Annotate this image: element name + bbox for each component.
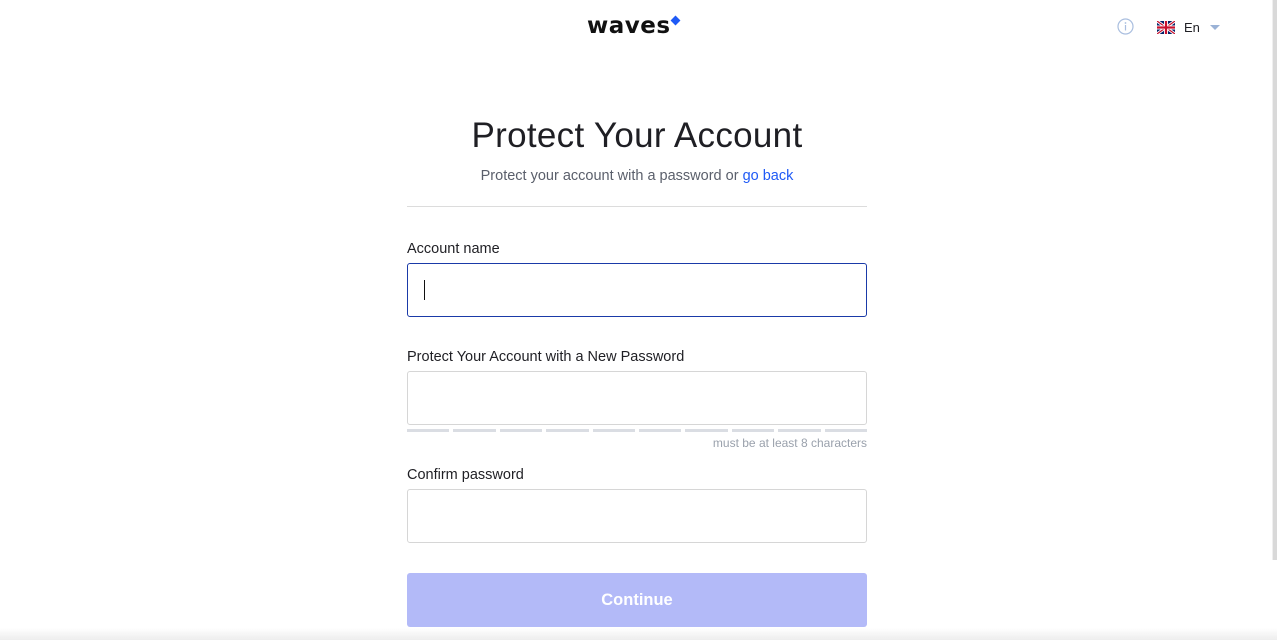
language-selector[interactable]: En <box>1157 17 1220 37</box>
strength-segment <box>778 429 821 432</box>
bottom-shadow <box>0 628 1277 640</box>
account-name-wrapper <box>407 263 867 317</box>
diamond-icon <box>670 15 681 26</box>
info-icon[interactable] <box>1117 18 1134 35</box>
confirm-password-label: Confirm password <box>407 467 524 483</box>
logo-text: waves <box>587 13 671 39</box>
text-caret <box>424 280 425 300</box>
password-strength-meter <box>407 429 868 432</box>
continue-button[interactable]: Continue <box>407 573 867 627</box>
password-input[interactable] <box>407 371 867 425</box>
divider <box>407 206 867 207</box>
subtitle-text: Protect your account with a password or <box>480 168 743 184</box>
strength-segment <box>592 429 636 432</box>
password-group: Protect Your Account with a New Password… <box>407 347 868 451</box>
strength-segment <box>546 429 589 432</box>
strength-segment <box>453 429 496 432</box>
strength-segment <box>824 429 868 432</box>
account-name-label: Account name <box>407 241 500 257</box>
waves-logo[interactable]: waves <box>587 10 681 42</box>
chevron-down-icon <box>1209 24 1220 30</box>
info-icon-svg <box>1117 18 1134 35</box>
protect-account-form: Protect Your Account Protect your accoun… <box>407 110 868 627</box>
account-name-input[interactable] <box>407 263 867 317</box>
password-label: Protect Your Account with a New Password <box>407 349 685 365</box>
confirm-password-group: Confirm password <box>407 465 867 543</box>
language-label: En <box>1184 19 1200 35</box>
page-title: Protect Your Account <box>471 116 803 155</box>
account-name-group: Account name <box>407 239 867 317</box>
scrollbar[interactable] <box>1272 0 1277 560</box>
page: waves En Protect Your Account Protect yo… <box>0 0 1277 640</box>
strength-segment <box>639 429 682 432</box>
confirm-password-input[interactable] <box>407 489 867 543</box>
page-subtitle: Protect your account with a password or … <box>407 166 867 186</box>
continue-wrapper: Continue <box>407 573 867 627</box>
password-hint: must be at least 8 characters <box>712 436 867 450</box>
strength-segment <box>731 429 775 432</box>
confirm-password-wrapper <box>407 489 867 543</box>
go-back-link[interactable]: go back <box>743 168 794 184</box>
strength-segment <box>685 429 728 432</box>
strength-segment <box>499 429 543 432</box>
strength-segment <box>407 429 450 432</box>
uk-flag-icon <box>1157 20 1175 34</box>
password-wrapper <box>407 371 867 425</box>
